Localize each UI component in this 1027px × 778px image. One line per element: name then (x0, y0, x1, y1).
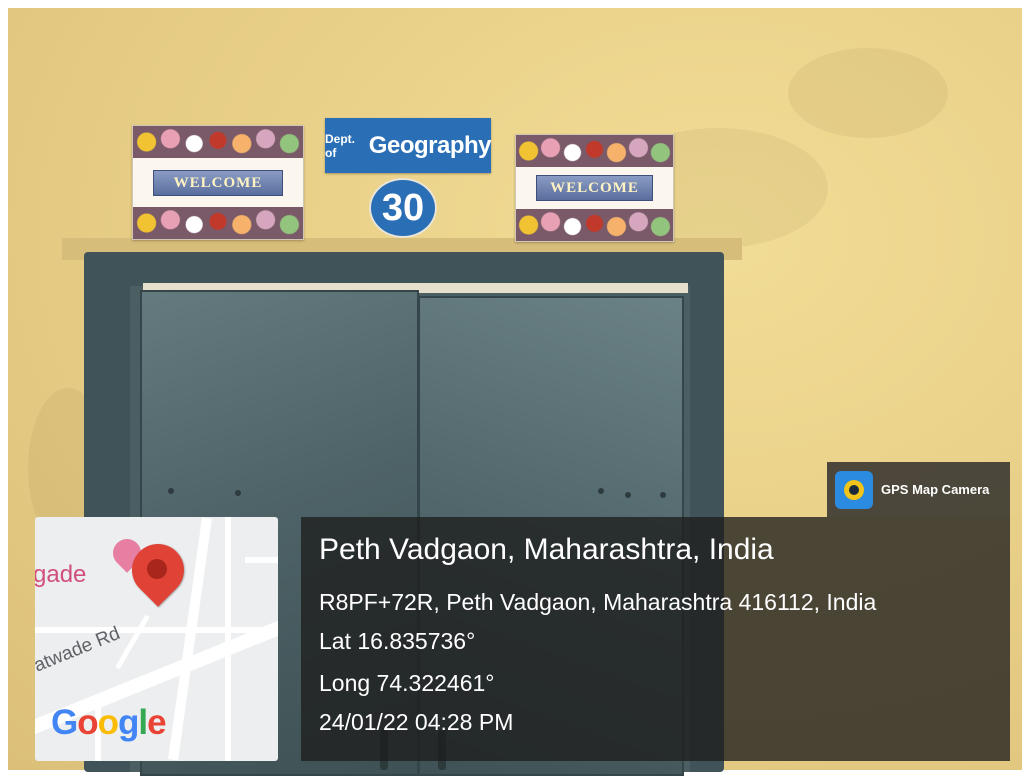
welcome-text: WELCOME (536, 175, 653, 201)
room-number-badge: 30 (369, 178, 437, 238)
full-address: R8PF+72R, Peth Vadgaon, Maharashtra 4161… (319, 589, 877, 615)
latitude: Lat 16.835736° (319, 628, 476, 654)
mini-map: gade atwade Rd Google (35, 517, 278, 761)
welcome-poster-right: WELCOME (515, 134, 674, 242)
department-sign: Dept. of Geography (325, 118, 492, 173)
gps-map-camera-logo-icon (835, 470, 873, 509)
welcome-text: WELCOME (153, 169, 283, 196)
map-place-label: gade (35, 561, 87, 588)
longitude: Long 74.322461° (319, 670, 495, 696)
gps-camera-tag: GPS Map Camera (827, 462, 1010, 517)
place-name: Peth Vadgaon, Maharashtra, India (319, 533, 774, 566)
welcome-poster-left: WELCOME (132, 125, 304, 240)
dept-prefix: Dept. of (325, 131, 355, 160)
gps-camera-label: GPS Map Camera (881, 482, 990, 497)
photo-frame: WELCOME WELCOME Dept. of Geography 30 GP… (0, 0, 1027, 778)
google-logo: Google (51, 703, 167, 742)
location-info-panel: Peth Vadgaon, Maharashtra, India R8PF+72… (301, 517, 1010, 761)
timestamp: 24/01/22 04:28 PM (319, 709, 514, 735)
dept-name: Geography (368, 131, 492, 159)
